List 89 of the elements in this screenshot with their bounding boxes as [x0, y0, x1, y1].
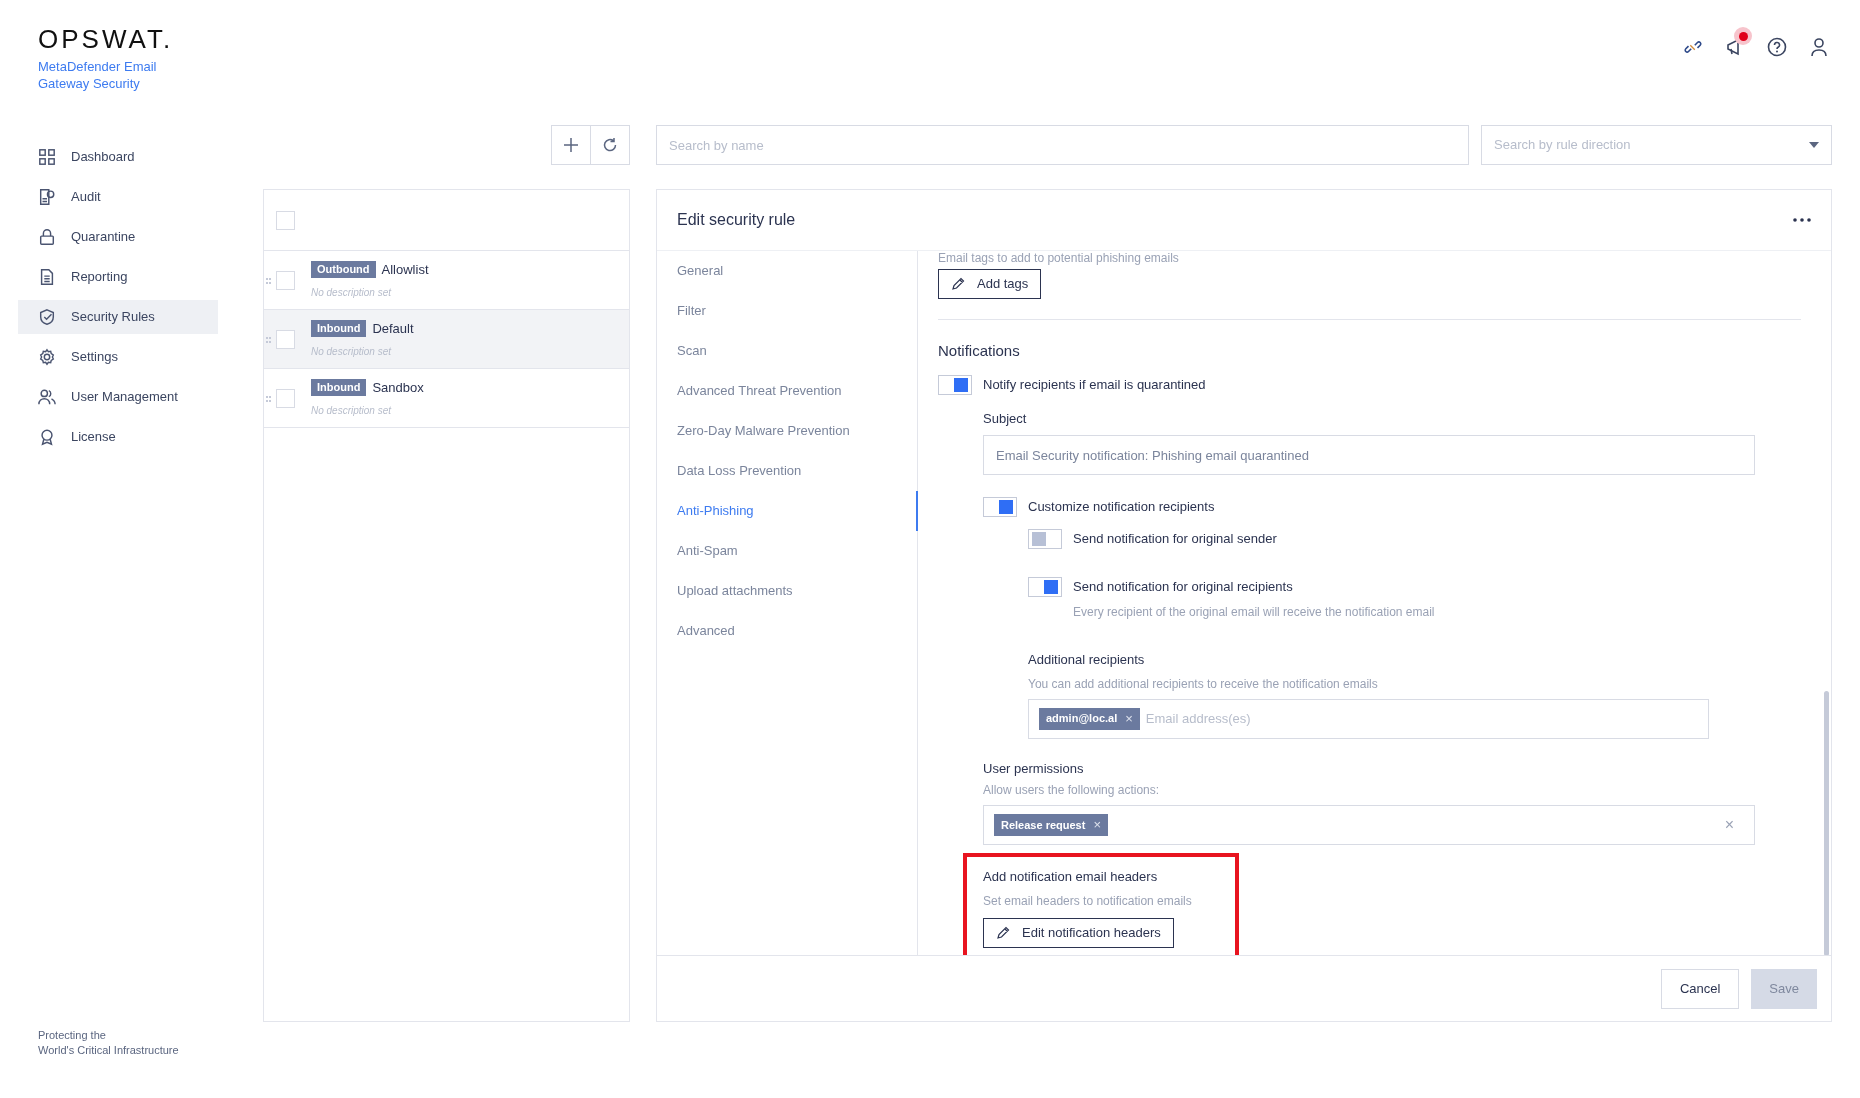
drag-handle-icon[interactable] [266, 396, 271, 402]
row-checkbox[interactable] [276, 388, 295, 408]
tagline: Protecting the World's Critical Infrastructure [37, 1028, 180, 1058]
plus-icon [563, 137, 579, 153]
rule-row[interactable]: Inbound Default No description set [264, 310, 629, 369]
settings-tab[interactable]: Advanced [657, 611, 918, 651]
subject-field[interactable]: Email Security notification: Phishing email quarantined [983, 435, 1755, 475]
product-name: MetaDefender Email Gateway Security [38, 58, 158, 92]
search-field[interactable]: Search by name [656, 125, 1469, 165]
toggle-switch[interactable] [1028, 529, 1062, 549]
chip-remove[interactable]: × [1125, 708, 1133, 729]
section-heading: Notifications [938, 341, 1021, 361]
sidebar-item[interactable]: User Management [18, 380, 218, 414]
toggle-label: Send notification for original recipients [1073, 578, 1294, 596]
award-icon [38, 428, 56, 446]
broken-link-icon[interactable] [1684, 38, 1702, 56]
grid-icon [38, 148, 56, 166]
lock-icon [38, 228, 56, 246]
pencil-icon [996, 925, 1010, 940]
rule-description: No description set [311, 345, 393, 360]
row-checkbox[interactable] [276, 329, 295, 349]
document-search-icon [38, 188, 56, 206]
field-hint: Set email headers to notification emails [983, 892, 1193, 910]
toggle-hint: Every recipient of the original email will receive the notification email [1073, 604, 1435, 621]
rule-name: Sandbox [372, 378, 424, 397]
field-label: Add notification email headers [983, 868, 1159, 886]
chip-remove[interactable]: × [1093, 815, 1101, 835]
field-label: Subject [983, 409, 1028, 428]
direction-tag: Inbound [311, 379, 367, 396]
settings-tab[interactable]: Advanced Threat Prevention [657, 371, 918, 411]
chip-label: admin@loc.al [1046, 711, 1118, 727]
email-address-input[interactable]: Email address(es) [1145, 708, 1698, 729]
field-label: User permissions [983, 759, 1085, 778]
settings-tab[interactable]: Scan [657, 331, 918, 371]
add-tags-button[interactable]: Add tags [938, 269, 1042, 299]
pencil-icon [951, 277, 965, 291]
scrollbar[interactable] [1824, 691, 1829, 955]
sidebar-item[interactable]: Settings [18, 340, 218, 374]
direction-tag: Inbound [311, 320, 367, 337]
field-label: Additional recipients [1028, 651, 1146, 669]
clear-button[interactable]: × [1724, 813, 1744, 837]
toggle-switch[interactable] [983, 497, 1017, 517]
logo: OPSWAT. [38, 26, 175, 52]
settings-tab[interactable]: Anti-Spam [657, 531, 918, 571]
settings-tab[interactable]: General [657, 251, 918, 291]
shield-check-icon [38, 308, 56, 326]
toggle-switch[interactable] [1028, 577, 1062, 597]
settings-tab[interactable]: Filter [657, 291, 918, 331]
dropdown-placeholder: Search by rule direction [1494, 136, 1631, 155]
field-hint: Allow users the following actions: [983, 782, 1161, 799]
field-hint: You can add additional recipients to receive the notification emails [1028, 675, 1379, 693]
toggle-label: Notify recipients if email is quarantined [983, 375, 1206, 394]
select-all-checkbox[interactable] [276, 210, 295, 230]
user-icon[interactable] [1809, 37, 1829, 57]
toggle-label: Send notification for original sender [1073, 530, 1277, 548]
edit-headers-button[interactable]: Edit notification headers [983, 917, 1174, 948]
rule-description: No description set [311, 404, 393, 419]
chip-label: Release request [1001, 817, 1086, 833]
sidebar-item[interactable]: Audit [18, 180, 218, 214]
recipients-field[interactable]: admin@loc.al × Email address(es) [1028, 698, 1709, 739]
help-icon[interactable] [1767, 37, 1787, 57]
toggle-switch[interactable] [938, 374, 972, 395]
users-icon [38, 388, 56, 406]
direction-tag: Outbound [311, 261, 376, 278]
sidebar-item[interactable]: Reporting [18, 260, 218, 294]
sidebar-item[interactable]: License [18, 420, 218, 454]
more-icon[interactable] [1793, 218, 1811, 222]
cancel-button[interactable]: Cancel [1660, 968, 1740, 1009]
settings-tab[interactable]: Zero-Day Malware Prevention [657, 411, 918, 451]
rule-name: Default [372, 319, 414, 338]
field-hint: Email tags to add to potential phishing emails [938, 251, 1180, 265]
caret-icon [1809, 142, 1819, 148]
rule-name: Allowlist [381, 260, 429, 279]
settings-tab[interactable]: Anti-Phishing [657, 491, 918, 531]
rule-description: No description set [311, 286, 393, 301]
drag-handle-icon[interactable] [266, 278, 271, 284]
settings-tab[interactable]: Data Loss Prevention [657, 451, 918, 491]
settings-icon [38, 348, 56, 366]
sidebar-item[interactable]: Security Rules [18, 300, 218, 334]
document-icon [38, 268, 56, 286]
toggle-label: Customize notification recipients [1028, 498, 1215, 516]
permissions-field[interactable]: Release request × × [983, 805, 1755, 845]
drag-handle-icon[interactable] [266, 337, 271, 343]
refresh-icon [602, 137, 618, 153]
row-checkbox[interactable] [276, 270, 295, 290]
settings-tab[interactable]: Upload attachments [657, 571, 918, 611]
sidebar-item[interactable]: Quarantine [18, 220, 218, 254]
sidebar-item[interactable]: Dashboard [18, 140, 218, 174]
panel-title: Edit security rule [677, 210, 796, 230]
